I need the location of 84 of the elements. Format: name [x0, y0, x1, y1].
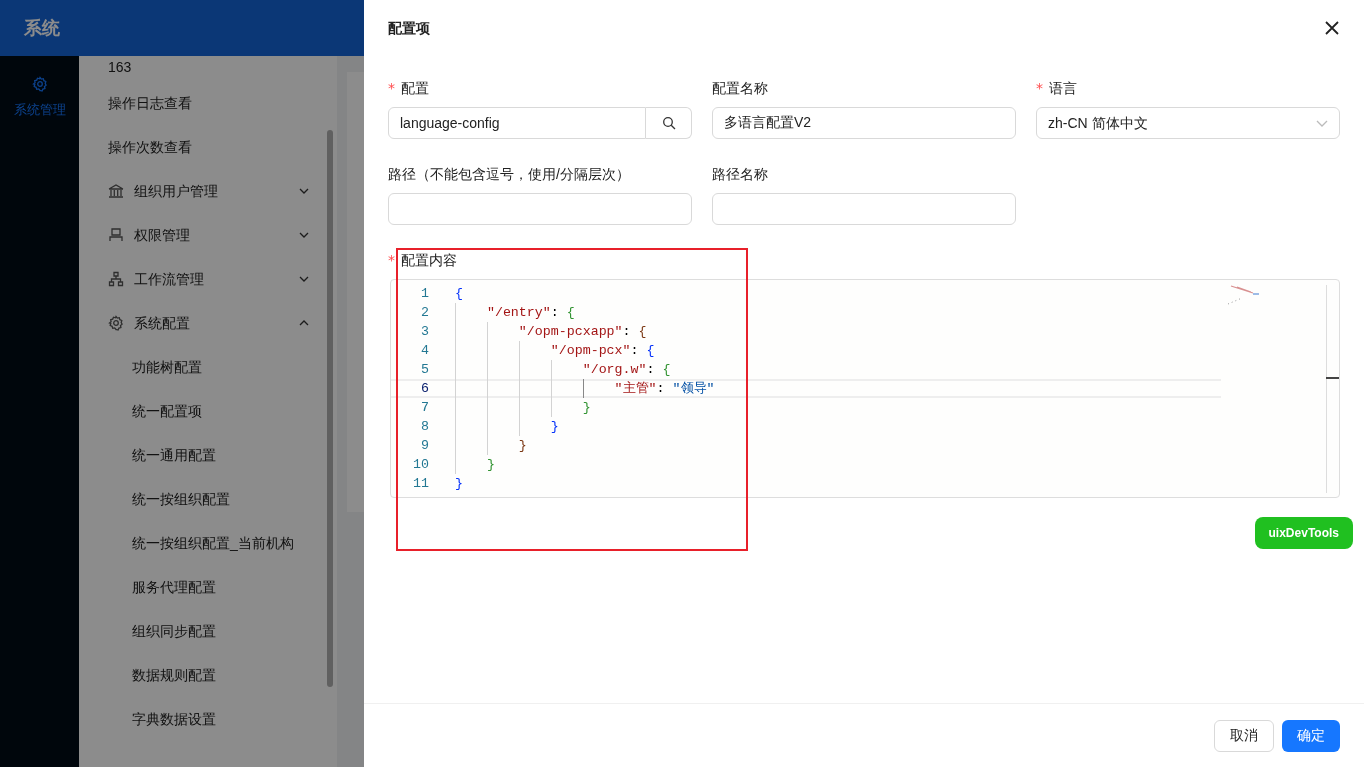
- code-token: :: [656, 380, 666, 398]
- app-title: 系统: [24, 16, 60, 40]
- text-input[interactable]: [712, 193, 1016, 225]
- code-token: }: [485, 456, 495, 474]
- code-token: {: [646, 342, 655, 360]
- field-label: 配置内容: [401, 250, 457, 270]
- submenu-item[interactable]: 统一按组织配置_当前机构: [79, 521, 337, 565]
- line-number: 7: [420, 399, 429, 417]
- language-select[interactable]: zh-CN 简体中文: [1036, 107, 1340, 139]
- line-number: 6: [420, 380, 429, 398]
- gear-icon: [31, 76, 48, 92]
- code-token: {: [455, 285, 463, 303]
- submenu-item[interactable]: 功能树配置: [79, 345, 337, 389]
- line-number: 2: [420, 304, 429, 322]
- submenu-item[interactable]: 统一通用配置: [79, 433, 337, 477]
- line-number: 5: [420, 361, 429, 379]
- code-token: "领导": [672, 380, 715, 398]
- line-number: 4: [420, 342, 429, 360]
- code-token: "/entry": [485, 304, 551, 322]
- chevron-up-icon: [299, 320, 309, 326]
- menu-item[interactable]: 操作次数查看: [79, 125, 337, 169]
- code-token: :: [550, 304, 560, 322]
- line-number: 8: [420, 418, 429, 436]
- submenu-item[interactable]: 统一配置项: [79, 389, 337, 433]
- code-token: {: [662, 361, 671, 379]
- chevron-down-icon: [299, 232, 309, 238]
- code-token: "/opm-pcx": [549, 342, 631, 360]
- code-token: "/org.w": [581, 361, 647, 379]
- minimap-drawing: [1227, 285, 1261, 305]
- code-editor[interactable]: 1 { 2 "/entry": { 3 "/opm-pcxapp": { 4 "/opm-pcx": { 5 "/org.w": { 6 "主管": "领导" 7 } 8 } 9 } 10 } 11 }: [390, 279, 1340, 498]
- code-token: "主管": [613, 380, 657, 398]
- chevron-down-icon: [299, 276, 309, 282]
- menu-group[interactable]: 权限管理: [79, 213, 337, 257]
- field-label: 路径名称: [712, 164, 768, 184]
- code-token: }: [581, 399, 591, 417]
- chevron-down-icon: [299, 188, 309, 194]
- menu-group[interactable]: 系统配置: [79, 301, 337, 345]
- code-token: }: [549, 418, 559, 436]
- close-icon[interactable]: [1325, 21, 1339, 35]
- required-mark: *: [388, 250, 395, 270]
- code-token: }: [517, 437, 527, 455]
- code-token: {: [638, 323, 647, 341]
- submenu-item[interactable]: 字典数据设置: [79, 697, 337, 741]
- chevron-down-icon: [1316, 119, 1328, 127]
- user-icon: [108, 227, 124, 243]
- line-number: 1: [420, 285, 429, 303]
- code-token: {: [566, 304, 575, 322]
- config-input[interactable]: language-config: [388, 107, 646, 139]
- editor-scrollbar[interactable]: [1326, 285, 1327, 493]
- field-label: 语言: [1049, 78, 1077, 98]
- settings-icon: [108, 315, 124, 331]
- drawer-title: 配置项: [388, 18, 430, 38]
- menu-item[interactable]: 163: [79, 57, 337, 81]
- line-number: 10: [412, 456, 429, 474]
- code-token: :: [630, 342, 640, 360]
- submenu-item[interactable]: 组织同步配置: [79, 609, 337, 653]
- scrollbar-thumb[interactable]: [327, 130, 333, 687]
- submenu-item[interactable]: 统一按组织配置: [79, 477, 337, 521]
- code-token: :: [622, 323, 632, 341]
- confirm-button[interactable]: 确定: [1282, 719, 1340, 752]
- code-token: :: [646, 361, 656, 379]
- line-number: 9: [420, 437, 429, 455]
- text-input[interactable]: [388, 193, 692, 225]
- menu-group[interactable]: 组织用户管理: [79, 169, 337, 213]
- field-label: 配置名称: [712, 78, 768, 98]
- search-icon: [661, 116, 676, 130]
- line-number: 3: [420, 323, 429, 341]
- search-button[interactable]: [646, 107, 692, 139]
- menu-item[interactable]: 操作日志查看: [79, 81, 337, 125]
- field-label: 路径（不能包含逗号，使用/分隔层次）: [388, 164, 630, 184]
- code-token: "/opm-pcxapp": [517, 323, 623, 341]
- code-token: }: [455, 475, 463, 493]
- required-mark: *: [388, 78, 395, 98]
- field-label: 配置: [401, 78, 429, 98]
- menu-group[interactable]: 工作流管理: [79, 257, 337, 301]
- submenu-item[interactable]: 数据规则配置: [79, 653, 337, 697]
- cancel-button[interactable]: 取消: [1214, 719, 1274, 752]
- text-input[interactable]: 多语言配置V2: [712, 107, 1016, 139]
- submenu-item[interactable]: 服务代理配置: [79, 565, 337, 609]
- line-number: 11: [412, 475, 429, 493]
- hierarchy-icon: [108, 271, 124, 287]
- scroll-marker: [1326, 377, 1339, 379]
- required-mark: *: [1036, 78, 1043, 98]
- bank-icon: [108, 183, 124, 199]
